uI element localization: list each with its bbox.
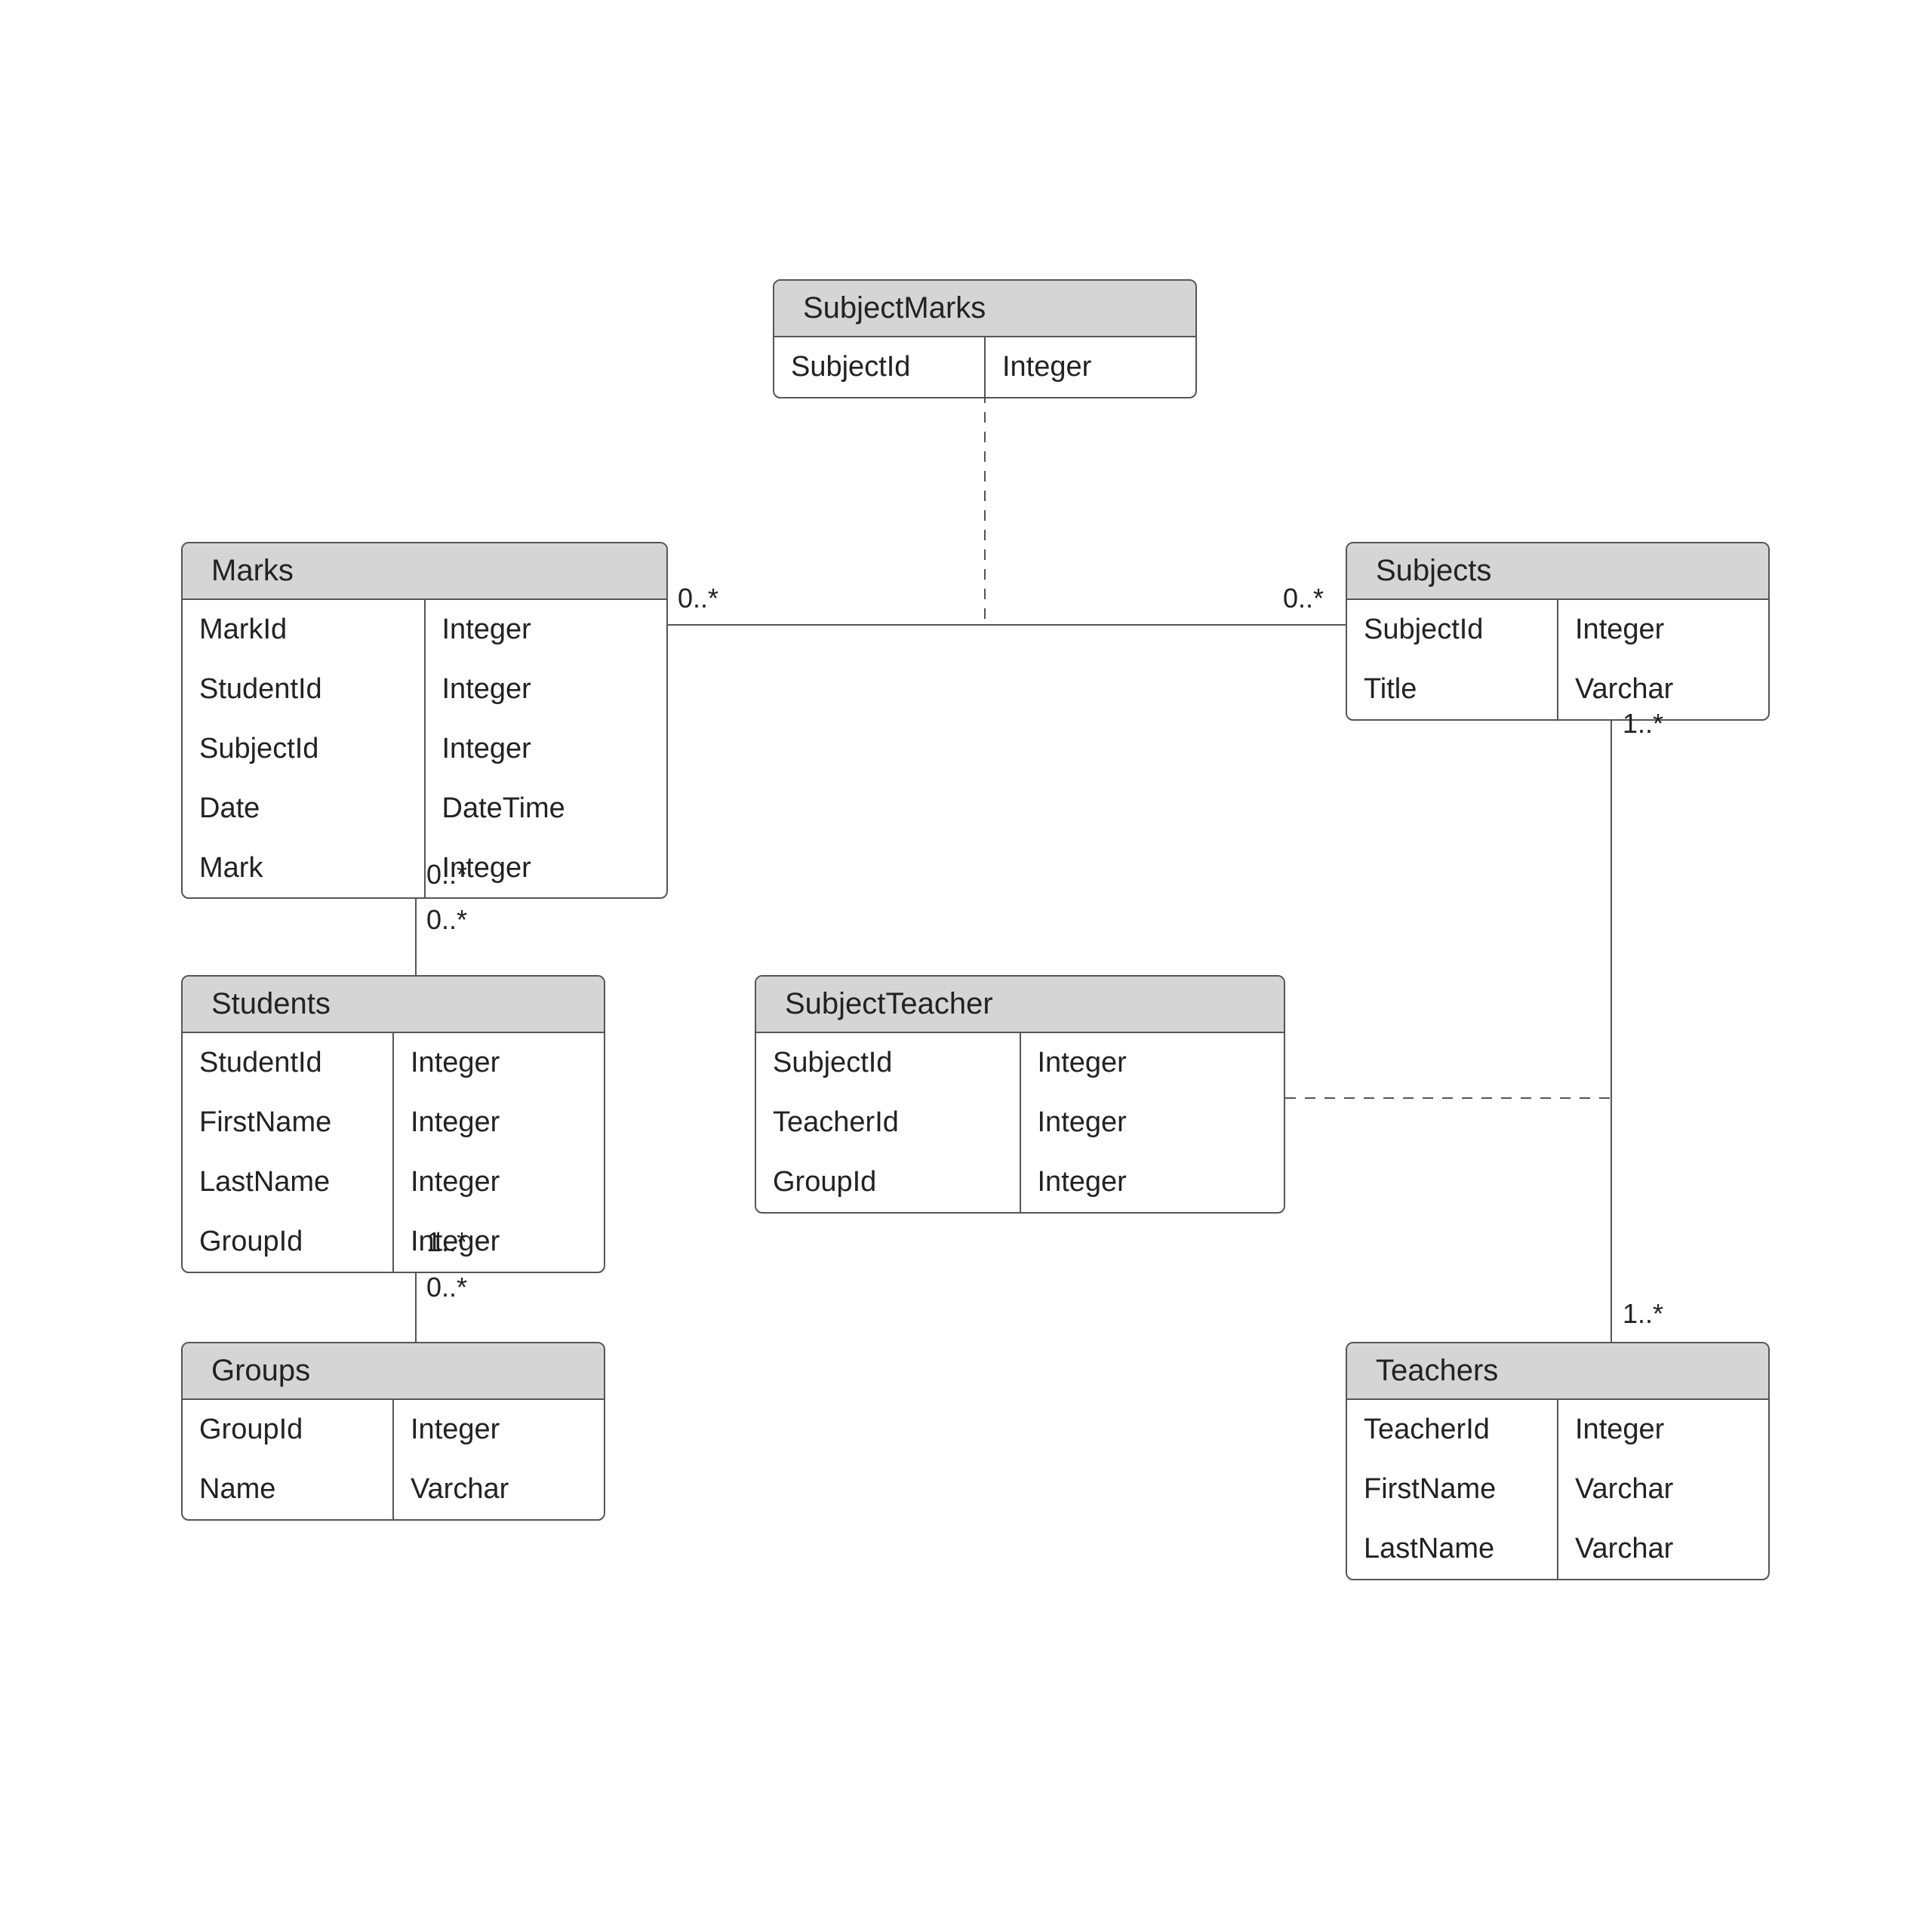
field-type: Varchar xyxy=(1558,1460,1768,1519)
field-type: Integer xyxy=(426,600,667,660)
field-name: FirstName xyxy=(183,1093,392,1152)
field-name: Title xyxy=(1347,660,1557,719)
field-type: Integer xyxy=(394,1033,604,1093)
entity-subjectmarks: SubjectMarks SubjectId Integer xyxy=(773,279,1197,398)
field-type: Integer xyxy=(426,660,667,719)
multiplicity-label: 1..* xyxy=(1623,708,1663,740)
field-type: Integer xyxy=(1558,600,1768,660)
entity-title: SubjectMarks xyxy=(774,281,1195,337)
field-type: Integer xyxy=(1021,1152,1284,1212)
entity-title: Teachers xyxy=(1347,1343,1768,1400)
entity-title: Groups xyxy=(183,1343,604,1400)
field-type: Integer xyxy=(394,1400,604,1460)
field-name: StudentId xyxy=(183,660,424,719)
field-name: GroupId xyxy=(183,1212,392,1272)
field-type: DateTime xyxy=(426,779,667,838)
multiplicity-label: 0..* xyxy=(678,583,718,614)
entity-subjectteacher: SubjectTeacher SubjectId TeacherId Group… xyxy=(755,975,1285,1214)
field-name: FirstName xyxy=(1347,1460,1557,1519)
multiplicity-label: 1..* xyxy=(1623,1298,1663,1330)
entity-groups: Groups GroupId Name Integer Varchar xyxy=(181,1342,605,1521)
multiplicity-label: 1..* xyxy=(426,1226,467,1258)
entity-title: Subjects xyxy=(1347,543,1768,600)
field-name: SubjectId xyxy=(183,719,424,779)
field-name: TeacherId xyxy=(1347,1400,1557,1460)
multiplicity-label: 0..* xyxy=(426,1272,467,1303)
field-type: Integer xyxy=(394,1093,604,1152)
entity-subjects: Subjects SubjectId Title Integer Varchar xyxy=(1346,542,1770,721)
er-diagram-canvas: SubjectMarks SubjectId Integer Marks Mar… xyxy=(0,0,1932,1932)
field-name: SubjectId xyxy=(1347,600,1557,660)
multiplicity-label: 0..* xyxy=(426,859,467,891)
field-name: LastName xyxy=(183,1152,392,1212)
field-name: MarkId xyxy=(183,600,424,660)
field-name: Name xyxy=(183,1460,392,1519)
field-name: SubjectId xyxy=(756,1033,1020,1093)
entity-title: SubjectTeacher xyxy=(756,977,1284,1033)
field-name: StudentId xyxy=(183,1033,392,1093)
field-name: Date xyxy=(183,779,424,838)
field-type: Integer xyxy=(1021,1093,1284,1152)
field-type: Varchar xyxy=(1558,1519,1768,1579)
entity-title: Marks xyxy=(183,543,666,600)
field-type: Integer xyxy=(394,1212,604,1272)
entity-title: Students xyxy=(183,977,604,1033)
entity-marks: Marks MarkId StudentId SubjectId Date Ma… xyxy=(181,542,668,899)
entity-teachers: Teachers TeacherId FirstName LastName In… xyxy=(1346,1342,1770,1580)
field-type: Integer xyxy=(426,719,667,779)
field-name: LastName xyxy=(1347,1519,1557,1579)
field-name: TeacherId xyxy=(756,1093,1020,1152)
field-type: Integer xyxy=(1558,1400,1768,1460)
entity-students: Students StudentId FirstName LastName Gr… xyxy=(181,975,605,1273)
multiplicity-label: 0..* xyxy=(426,904,467,936)
field-type: Integer xyxy=(1021,1033,1284,1093)
field-name: SubjectId xyxy=(774,337,984,397)
field-type: Integer xyxy=(394,1152,604,1212)
field-type: Varchar xyxy=(394,1460,604,1519)
field-type: Integer xyxy=(986,337,1195,397)
multiplicity-label: 0..* xyxy=(1283,583,1324,614)
field-name: GroupId xyxy=(756,1152,1020,1212)
field-name: GroupId xyxy=(183,1400,392,1460)
field-name: Mark xyxy=(183,838,424,898)
